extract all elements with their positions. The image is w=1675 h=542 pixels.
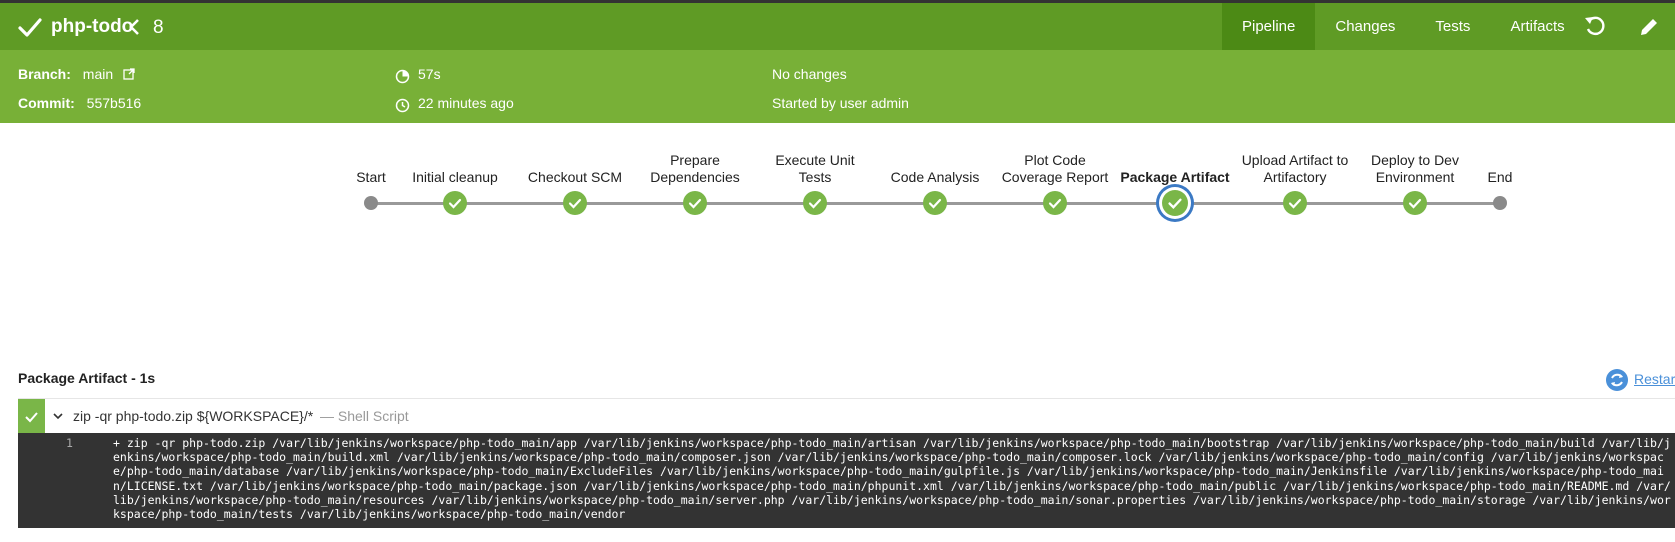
chevron-left-icon[interactable] — [128, 16, 140, 38]
log-line-text: + zip -qr php-todo.zip /var/lib/jenkins/… — [113, 436, 1671, 522]
stage-node[interactable] — [563, 191, 587, 215]
stage-node[interactable] — [803, 191, 827, 215]
tab-artifacts[interactable]: Artifacts — [1490, 3, 1584, 50]
stage-node[interactable] — [683, 191, 707, 215]
stage-node[interactable] — [1283, 191, 1307, 215]
tab-changes[interactable]: Changes — [1315, 3, 1415, 50]
run-header: php-todo 8 Pipeline Changes Tests Artifa… — [0, 3, 1675, 123]
replay-icon[interactable] — [1583, 15, 1607, 39]
check-icon — [448, 198, 462, 209]
stage-label: Prepare Dependencies — [650, 152, 740, 185]
branch-label: Branch: — [18, 66, 71, 82]
stage-label: Initial cleanup — [412, 169, 498, 185]
stage-node-end — [1493, 196, 1507, 210]
run-tabs: Pipeline Changes Tests Artifacts — [1222, 3, 1585, 50]
pipeline-connector — [575, 202, 695, 205]
step-command: zip -qr php-todo.zip ${WORKSPACE}/* — [73, 408, 314, 424]
external-link-icon[interactable] — [123, 68, 135, 80]
restart-link[interactable]: Restart — [1634, 371, 1675, 387]
stage-label: Plot Code Coverage Report — [1001, 152, 1109, 185]
check-icon — [25, 412, 38, 423]
stage-node[interactable] — [1043, 191, 1067, 215]
branch-value[interactable]: main — [83, 66, 113, 82]
stage-label: Package Artifact — [1120, 169, 1230, 185]
duration-icon — [395, 69, 410, 84]
caret-down-icon[interactable] — [52, 410, 64, 422]
title-bar: php-todo 8 Pipeline Changes Tests Artifa… — [0, 3, 1675, 50]
stage-label: End — [1487, 169, 1513, 185]
tab-pipeline[interactable]: Pipeline — [1222, 3, 1316, 50]
step-panel-title: Package Artifact - 1s — [18, 370, 156, 386]
pipeline-connector — [455, 202, 575, 205]
pipeline-connector — [815, 202, 935, 205]
step-status — [18, 399, 45, 434]
changes-text: No changes — [772, 66, 847, 82]
stage-node[interactable] — [1403, 191, 1427, 215]
restart-icon[interactable] — [1605, 368, 1629, 392]
step-type: — Shell Script — [320, 408, 409, 424]
check-icon — [1168, 198, 1182, 210]
commit-label: Commit: — [18, 95, 75, 111]
pipeline-connector — [695, 202, 815, 205]
run-number: 8 — [153, 17, 164, 38]
log-console: 1 + zip -qr php-todo.zip /var/lib/jenkin… — [18, 433, 1675, 528]
check-icon — [1408, 198, 1422, 209]
stage-label: Execute Unit Tests — [775, 152, 855, 185]
step-row[interactable]: zip -qr php-todo.zip ${WORKSPACE}/* — Sh… — [18, 398, 1675, 434]
stage-node-start — [364, 196, 378, 210]
time-ago: 22 minutes ago — [418, 95, 514, 111]
pipeline-connector — [1415, 202, 1500, 205]
pipeline-connector — [1295, 202, 1415, 205]
stage-label: Code Analysis — [890, 169, 980, 185]
check-icon — [18, 18, 42, 37]
branch-info: Branch: main — [18, 66, 135, 82]
stage-node[interactable] — [923, 191, 947, 215]
stage-label: Upload Artifact to Artifactory — [1241, 152, 1349, 185]
stage-label: Deploy to Dev Environment — [1371, 152, 1459, 185]
pipeline-connector — [1055, 202, 1175, 205]
clock-icon — [395, 98, 410, 113]
stage-node-selected[interactable] — [1162, 190, 1188, 216]
check-icon — [1288, 198, 1302, 209]
edit-icon[interactable] — [1637, 15, 1661, 39]
stage-node[interactable] — [443, 191, 467, 215]
started-by: Started by user admin — [772, 95, 909, 111]
stage-label: Start — [356, 169, 386, 185]
check-icon — [1048, 198, 1062, 209]
tab-tests[interactable]: Tests — [1415, 3, 1490, 50]
job-name[interactable]: php-todo — [51, 16, 133, 38]
pipeline-connector — [1175, 202, 1295, 205]
log-line-number[interactable]: 1 — [66, 436, 73, 450]
stage-label: Checkout SCM — [527, 169, 623, 185]
check-icon — [808, 198, 822, 209]
commit-info: Commit: 557b516 — [18, 95, 141, 111]
pipeline-connector — [935, 202, 1055, 205]
commit-value[interactable]: 557b516 — [87, 95, 142, 111]
check-icon — [568, 198, 582, 209]
duration: 57s — [418, 66, 441, 82]
check-icon — [688, 198, 702, 209]
check-icon — [928, 198, 942, 209]
pipeline-graph: Start Initial cleanup Checkout SCM Prepare D… — [0, 130, 1675, 230]
